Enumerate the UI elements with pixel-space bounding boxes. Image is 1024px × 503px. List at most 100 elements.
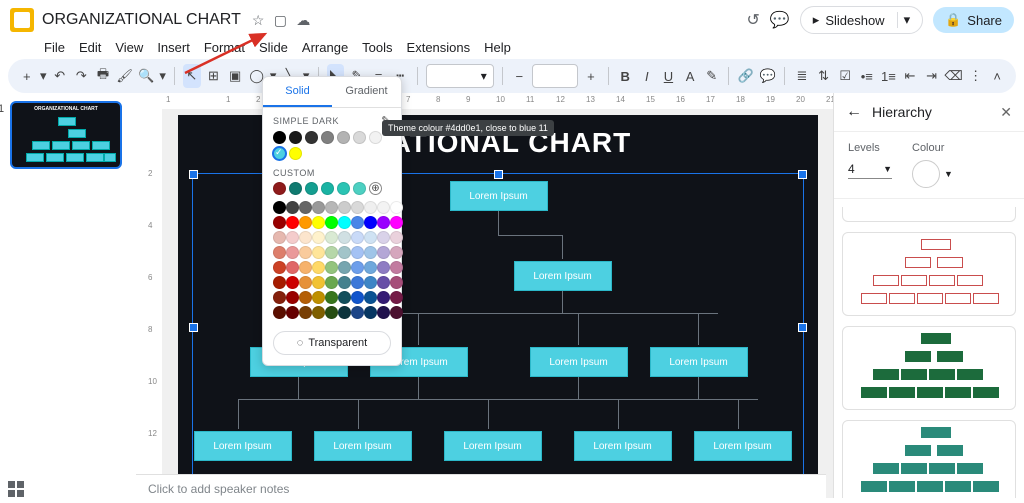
- org-box[interactable]: Lorem Ipsum: [444, 431, 542, 461]
- org-box[interactable]: Lorem Ipsum: [194, 431, 292, 461]
- collapse-panel-button[interactable]: ˄: [988, 64, 1006, 88]
- standard-swatch[interactable]: [377, 216, 390, 229]
- standard-swatch[interactable]: [299, 246, 312, 259]
- standard-swatch[interactable]: [364, 276, 377, 289]
- image-tool[interactable]: ▣: [226, 64, 244, 88]
- tab-gradient[interactable]: Gradient: [332, 77, 401, 107]
- standard-swatch[interactable]: [299, 216, 312, 229]
- speaker-notes[interactable]: Click to add speaker notes: [136, 474, 826, 503]
- highlight-button[interactable]: ✎: [703, 64, 721, 88]
- standard-swatch[interactable]: [286, 216, 299, 229]
- indent-inc[interactable]: ⇥: [923, 64, 941, 88]
- standard-swatch[interactable]: [390, 306, 403, 319]
- standard-swatch[interactable]: [351, 261, 364, 274]
- standard-swatch[interactable]: [338, 291, 351, 304]
- standard-swatch[interactable]: [351, 201, 364, 214]
- textbox-tool[interactable]: ⊞: [205, 64, 223, 88]
- standard-swatch[interactable]: [312, 201, 325, 214]
- standard-swatch[interactable]: [299, 276, 312, 289]
- list-bullet[interactable]: •≡: [858, 64, 876, 88]
- standard-swatch[interactable]: [364, 216, 377, 229]
- standard-swatch[interactable]: [364, 291, 377, 304]
- slide-thumb-1[interactable]: ORGANIZATIONAL CHART: [10, 101, 122, 169]
- custom-swatch[interactable]: [337, 182, 350, 195]
- standard-swatch[interactable]: [312, 261, 325, 274]
- standard-swatch[interactable]: [273, 291, 286, 304]
- menu-file[interactable]: File: [44, 40, 65, 55]
- font-family-select[interactable]: ▾: [426, 64, 494, 88]
- add-custom-colour[interactable]: ⊕: [369, 182, 382, 195]
- standard-swatch[interactable]: [286, 261, 299, 274]
- menu-help[interactable]: Help: [484, 40, 511, 55]
- standard-swatch[interactable]: [390, 201, 403, 214]
- redo-button[interactable]: ↷: [73, 64, 91, 88]
- doc-title[interactable]: ORGANIZATIONAL CHART: [42, 11, 241, 29]
- standard-swatch[interactable]: [312, 216, 325, 229]
- standard-swatch[interactable]: [286, 231, 299, 244]
- underline-button[interactable]: U: [660, 64, 678, 88]
- history-icon[interactable]: ↺: [746, 10, 759, 30]
- tab-solid[interactable]: Solid: [263, 77, 332, 107]
- standard-swatch[interactable]: [377, 306, 390, 319]
- standard-swatch[interactable]: [273, 201, 286, 214]
- org-box[interactable]: Lorem Ipsum: [530, 347, 628, 377]
- link-button[interactable]: 🔗: [737, 64, 755, 88]
- cloud-icon[interactable]: ☁: [296, 12, 310, 28]
- standard-swatch[interactable]: [325, 291, 338, 304]
- standard-swatch[interactable]: [390, 276, 403, 289]
- standard-swatch[interactable]: [273, 261, 286, 274]
- standard-swatch[interactable]: [364, 231, 377, 244]
- theme-swatch[interactable]: [289, 147, 302, 160]
- undo-button[interactable]: ↶: [51, 64, 69, 88]
- standard-swatch[interactable]: [299, 291, 312, 304]
- custom-swatch[interactable]: [289, 182, 302, 195]
- template-option[interactable]: [842, 207, 1016, 222]
- levels-select[interactable]: 4 ▼: [848, 160, 892, 179]
- menu-extensions[interactable]: Extensions: [407, 40, 471, 55]
- font-size-input[interactable]: [532, 64, 578, 88]
- menu-format[interactable]: Format: [204, 40, 245, 55]
- font-size-dec[interactable]: −: [510, 64, 528, 88]
- standard-swatch[interactable]: [338, 201, 351, 214]
- standard-swatch[interactable]: [325, 246, 338, 259]
- close-icon[interactable]: ✕: [1000, 104, 1012, 121]
- standard-swatch[interactable]: [273, 231, 286, 244]
- indent-dec[interactable]: ⇤: [901, 64, 919, 88]
- list-checklist[interactable]: ☑: [836, 64, 854, 88]
- standard-swatch[interactable]: [325, 276, 338, 289]
- menu-slide[interactable]: Slide: [259, 40, 288, 55]
- standard-swatch[interactable]: [286, 246, 299, 259]
- new-slide-dropdown[interactable]: ▾: [40, 64, 47, 88]
- template-option[interactable]: [842, 420, 1016, 498]
- standard-swatch[interactable]: [390, 261, 403, 274]
- paint-format-button[interactable]: 🖌: [116, 64, 134, 88]
- share-button[interactable]: 🔒 Share: [933, 7, 1014, 33]
- slideshow-button[interactable]: ▸ Slideshow ▾: [800, 6, 923, 34]
- menu-insert[interactable]: Insert: [157, 40, 190, 55]
- standard-swatch[interactable]: [338, 216, 351, 229]
- theme-swatch[interactable]: [369, 131, 382, 144]
- standard-swatch[interactable]: [351, 291, 364, 304]
- standard-swatch[interactable]: [377, 201, 390, 214]
- template-option[interactable]: [842, 326, 1016, 410]
- standard-swatch[interactable]: [325, 201, 338, 214]
- standard-swatch[interactable]: [390, 246, 403, 259]
- theme-swatch[interactable]: [273, 131, 286, 144]
- standard-swatch[interactable]: [351, 276, 364, 289]
- zoom-dropdown[interactable]: ▾: [159, 64, 166, 88]
- standard-swatch[interactable]: [273, 306, 286, 319]
- grid-view-icon[interactable]: [8, 481, 24, 497]
- text-colour-button[interactable]: A: [681, 64, 699, 88]
- colour-select[interactable]: ▼: [912, 160, 953, 188]
- standard-swatch[interactable]: [312, 276, 325, 289]
- print-button[interactable]: 🖶: [94, 64, 112, 88]
- standard-swatch[interactable]: [390, 231, 403, 244]
- line-spacing-button[interactable]: ⇅: [815, 64, 833, 88]
- theme-swatch[interactable]: [289, 131, 302, 144]
- clear-format[interactable]: ⌫: [944, 64, 962, 88]
- standard-swatch[interactable]: [325, 261, 338, 274]
- transparent-button[interactable]: ◌ Transparent: [273, 331, 391, 355]
- menu-tools[interactable]: Tools: [362, 40, 392, 55]
- standard-swatch[interactable]: [286, 276, 299, 289]
- custom-swatch[interactable]: [353, 182, 366, 195]
